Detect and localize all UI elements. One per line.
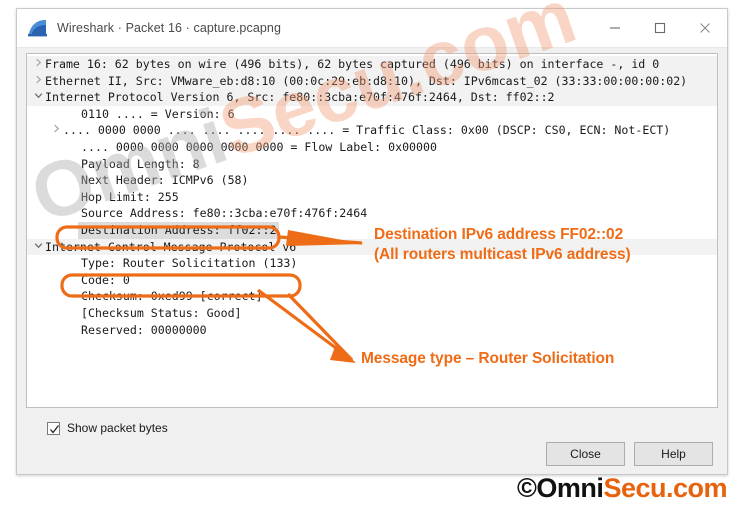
tree-row-spacer [67, 205, 81, 222]
show-packet-bytes-row[interactable]: Show packet bytes [47, 421, 168, 435]
tree-row-label: [Checksum Status: Good] [81, 305, 242, 320]
help-button[interactable]: Help [634, 442, 713, 466]
window-controls [592, 9, 727, 47]
tree-row[interactable]: Source Address: fe80::3cba:e70f:476f:246… [27, 205, 717, 222]
logo-copyright: ©Omni [517, 473, 604, 503]
chevron-right-icon[interactable] [31, 73, 45, 90]
tree-row-label: .... 0000 0000 .... .... .... .... .... … [63, 123, 671, 138]
tree-row-label: Frame 16: 62 bytes on wire (496 bits), 6… [45, 57, 660, 71]
tree-row-label: Reserved: 00000000 [81, 322, 207, 337]
show-packet-bytes-label: Show packet bytes [67, 421, 168, 435]
tree-row[interactable]: Ethernet II, Src: VMware_eb:d8:10 (00:0c… [27, 72, 717, 90]
tree-row[interactable]: Payload Length: 8 [27, 156, 717, 173]
tree-row[interactable]: .... 0000 0000 .... .... .... .... .... … [27, 122, 717, 139]
tree-row[interactable]: Frame 16: 62 bytes on wire (496 bits), 6… [27, 56, 717, 73]
tree-row-spacer [67, 272, 81, 289]
tree-row-spacer [67, 255, 81, 272]
tree-row-label: Internet Protocol Version 6, Src: fe80::… [45, 90, 555, 105]
dialog-buttons: Close Help [546, 442, 713, 466]
chevron-down-icon[interactable] [31, 89, 45, 106]
tree-row-spacer [67, 305, 81, 322]
tree-row[interactable]: Code: 0 [27, 272, 717, 289]
close-button[interactable] [682, 9, 727, 47]
show-packet-bytes-checkbox[interactable] [47, 421, 60, 435]
tree-row-label: .... 0000 0000 0000 0000 0000 = Flow Lab… [81, 139, 437, 154]
chevron-down-icon[interactable] [31, 239, 45, 256]
logo-name: Secu.com [603, 473, 727, 503]
tree-row-label: Payload Length: 8 [81, 156, 200, 171]
close-dialog-button[interactable]: Close [546, 442, 625, 466]
tree-row-spacer [67, 139, 81, 156]
tree-row[interactable]: Checksum: 0xed99 [correct] [27, 288, 717, 305]
omnisecu-logo: ©OmniSecu.com [517, 473, 727, 504]
tree-row-label: Hop Limit: 255 [81, 189, 179, 204]
tree-row-label: Code: 0 [81, 272, 130, 287]
chevron-right-icon[interactable] [49, 122, 63, 139]
tree-row-label: Checksum: 0xed99 [correct] [81, 289, 263, 304]
tree-row-spacer [67, 106, 81, 123]
annotation-destination-line2: (All routers multicast IPv6 address) [374, 246, 631, 263]
minimize-button[interactable] [592, 9, 637, 47]
tree-row-spacer [67, 288, 81, 305]
tree-row-spacer [67, 189, 81, 206]
tree-row[interactable]: Next Header: ICMPv6 (58) [27, 172, 717, 189]
tree-row-label: Next Header: ICMPv6 (58) [81, 173, 249, 188]
tree-row-spacer [67, 322, 81, 339]
tree-row-label: Source Address: fe80::3cba:e70f:476f:246… [81, 206, 368, 221]
check-icon [50, 424, 59, 433]
tree-row[interactable]: Hop Limit: 255 [27, 189, 717, 206]
tree-row-label: 0110 .... = Version: 6 [81, 106, 235, 121]
tree-row-spacer [67, 172, 81, 189]
tree-row-label: Ethernet II, Src: VMware_eb:d8:10 (00:0c… [45, 73, 688, 88]
tree-row[interactable]: [Checksum Status: Good] [27, 305, 717, 322]
tree-row[interactable]: Internet Protocol Version 6, Src: fe80::… [27, 89, 717, 106]
maximize-button[interactable] [637, 9, 682, 47]
title-bar: Wireshark · Packet 16 · capture.pcapng [17, 9, 727, 48]
wireshark-fin-icon [28, 19, 48, 37]
tree-row[interactable]: 0110 .... = Version: 6 [27, 106, 717, 123]
annotation-destination-line1: Destination IPv6 address FF02::02 [374, 226, 624, 243]
tree-row-label: Type: Router Solicitation (133) [81, 256, 298, 271]
tree-row-label: Internet Control Message Protocol v6 [45, 239, 297, 254]
annotation-message-type: Message type – Router Solicitation [361, 350, 615, 367]
tree-row-spacer [67, 156, 81, 173]
window-title: Wireshark · Packet 16 · capture.pcapng [57, 21, 282, 35]
tree-row[interactable]: .... 0000 0000 0000 0000 0000 = Flow Lab… [27, 139, 717, 156]
chevron-right-icon[interactable] [31, 56, 45, 73]
tree-row[interactable]: Reserved: 00000000 [27, 322, 717, 339]
tree-row-label: Destination Address: ff02::2 [78, 221, 280, 239]
